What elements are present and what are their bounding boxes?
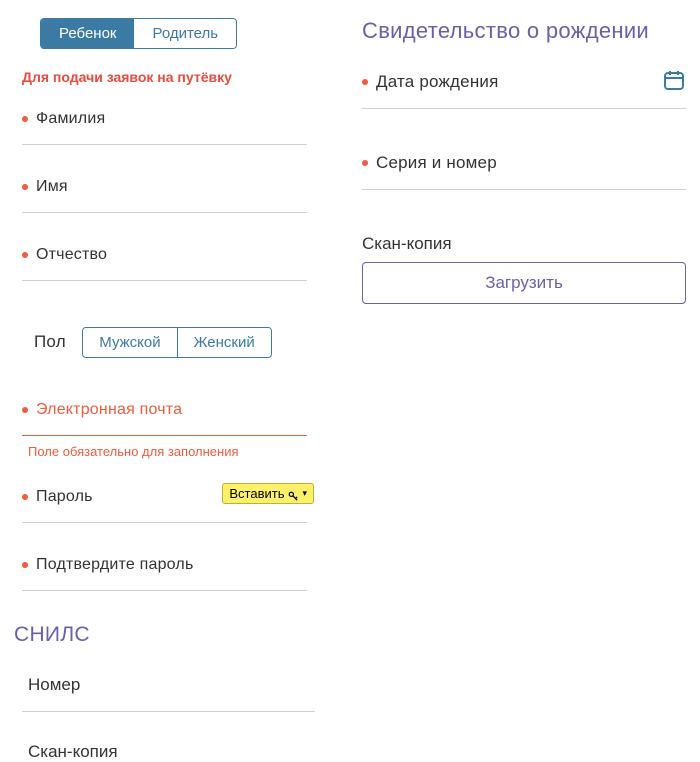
required-dot [362, 79, 368, 85]
field-snils-scan: Скан-копия [14, 742, 332, 762]
snils-number-label: Номер [28, 675, 80, 694]
field-password[interactable]: Пароль Вставить ▾ [14, 487, 332, 523]
email-underline [22, 435, 307, 436]
tab-child[interactable]: Ребенок [41, 19, 134, 48]
tab-parent[interactable]: Родитель [134, 19, 236, 48]
confirm-password-label: Подтвердите пароль [36, 556, 194, 574]
patronymic-label: Отчество [36, 246, 107, 264]
birthdate-label: Дата рождения [376, 72, 499, 92]
calendar-icon[interactable] [662, 68, 686, 92]
field-gender: Пол Мужской Женский [14, 313, 332, 358]
series-number-label: Серия и номер [376, 153, 497, 173]
gender-label: Пол [34, 332, 66, 352]
snils-scan-label: Скан-копия [28, 742, 118, 761]
field-firstname[interactable]: Имя [14, 177, 332, 213]
password-underline [22, 522, 307, 523]
lastname-underline [22, 144, 307, 145]
lastname-label: Фамилия [36, 110, 105, 128]
confirm-password-underline [22, 590, 307, 591]
required-dot [22, 116, 28, 122]
snils-number-underline [22, 711, 315, 712]
field-snils-number[interactable]: Номер [14, 675, 332, 712]
notice-text: Для подачи заявок на путёвку [22, 69, 332, 85]
snils-title: СНИЛС [14, 623, 332, 647]
field-series-number[interactable]: Серия и номер [362, 153, 686, 190]
chevron-down-icon: ▾ [302, 488, 307, 499]
required-dot [22, 494, 28, 500]
role-tabs: Ребенок Родитель [40, 18, 237, 49]
gender-male[interactable]: Мужской [83, 328, 176, 357]
gender-segmented: Мужской Женский [82, 327, 271, 358]
scan-label: Скан-копия [362, 234, 686, 254]
firstname-label: Имя [36, 178, 68, 196]
email-label: Электронная почта [36, 401, 182, 419]
field-lastname[interactable]: Фамилия [14, 109, 332, 145]
required-dot [22, 407, 28, 413]
field-scan-upload: Скан-копия Загрузить [362, 234, 686, 304]
required-dot [22, 184, 28, 190]
password-label: Пароль [36, 488, 93, 506]
required-dot [362, 160, 368, 166]
key-icon [288, 489, 298, 499]
insert-password-button[interactable]: Вставить ▾ [222, 483, 314, 504]
birthdate-underline [362, 108, 686, 109]
required-dot [22, 252, 28, 258]
patronymic-underline [22, 280, 307, 281]
insert-label: Вставить [229, 486, 284, 501]
birth-cert-title: Свидетельство о рождении [362, 18, 686, 44]
upload-button[interactable]: Загрузить [362, 262, 686, 304]
series-number-underline [362, 189, 686, 190]
field-birthdate[interactable]: Дата рождения [362, 72, 686, 109]
email-error: Поле обязательно для заполнения [22, 444, 332, 459]
required-dot [22, 562, 28, 568]
field-confirm-password[interactable]: Подтвердите пароль [14, 555, 332, 591]
firstname-underline [22, 212, 307, 213]
field-email[interactable]: Электронная почта Поле обязательно для з… [14, 400, 332, 459]
field-patronymic[interactable]: Отчество [14, 245, 332, 281]
gender-female[interactable]: Женский [177, 328, 271, 357]
